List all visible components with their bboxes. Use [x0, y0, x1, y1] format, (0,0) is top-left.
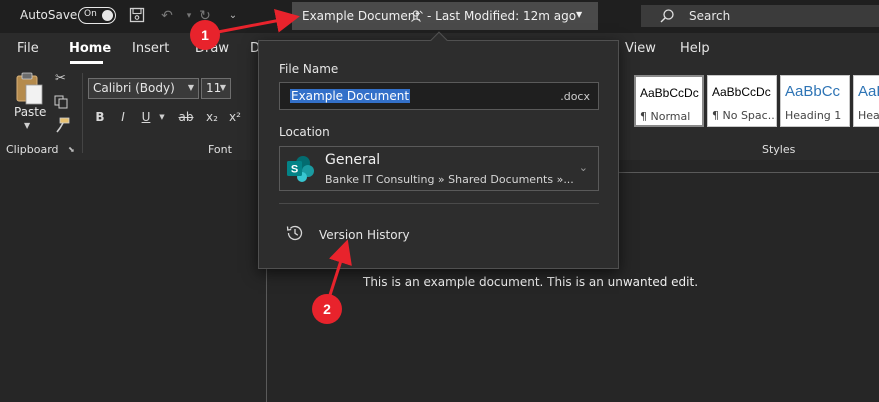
callout-arrow-1 [217, 9, 300, 34]
callout-badge-1: 1 [190, 20, 220, 50]
callout-arrow-2 [328, 239, 352, 296]
callout-badge-2: 2 [312, 294, 342, 324]
callout-arrows [217, 9, 352, 296]
